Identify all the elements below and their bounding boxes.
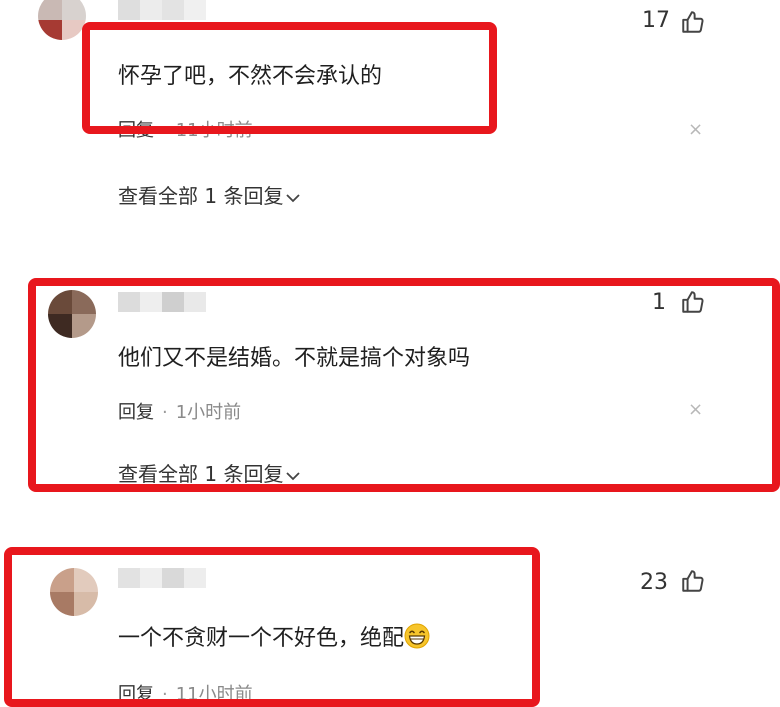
like-count: 17 xyxy=(642,8,670,33)
view-all-replies-label: 查看全部 1 条回复 xyxy=(118,184,284,208)
chevron-down-icon xyxy=(286,193,301,202)
highlight-box xyxy=(4,547,540,707)
close-icon[interactable]: × xyxy=(688,119,703,140)
highlight-box xyxy=(28,278,780,492)
avatar[interactable] xyxy=(38,0,86,40)
thumbs-up-icon[interactable] xyxy=(680,9,706,35)
highlight-box xyxy=(82,22,497,134)
username-mosaic[interactable] xyxy=(118,0,206,20)
thumbs-up-icon[interactable] xyxy=(680,568,706,594)
view-all-replies-link[interactable]: 查看全部 1 条回复 xyxy=(118,180,301,209)
like-count: 23 xyxy=(640,570,668,595)
